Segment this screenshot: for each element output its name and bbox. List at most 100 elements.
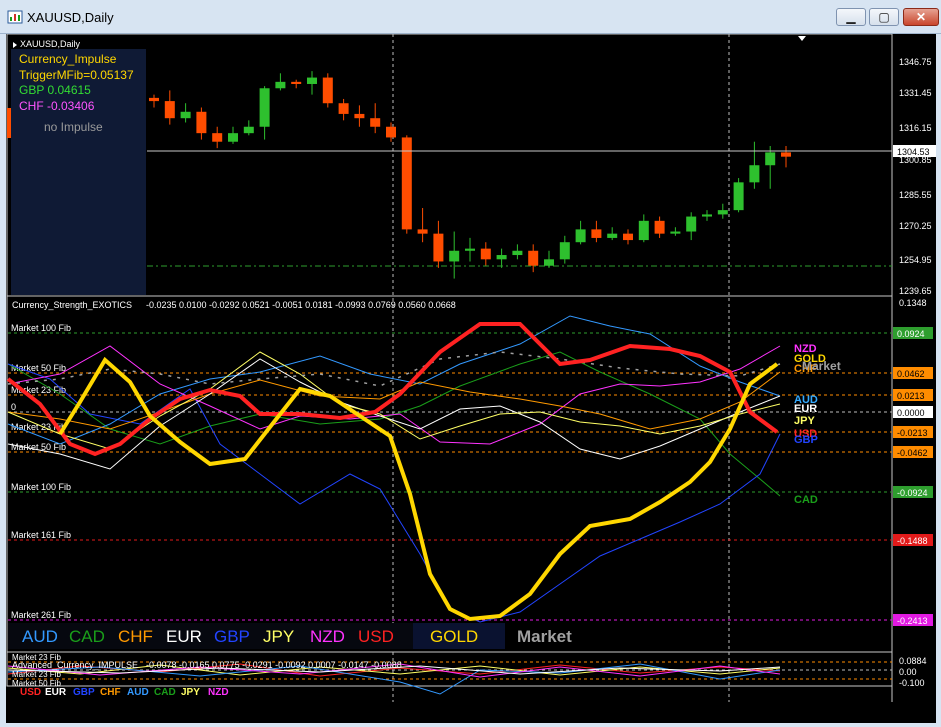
fib-label: Market 161 Fib bbox=[11, 530, 71, 540]
legend-chf: CHF bbox=[118, 627, 153, 646]
legend-cad: CAD bbox=[69, 627, 105, 646]
time-axis-band bbox=[0, 702, 941, 723]
currency-end-labels: NZD GOLD CHF Market AUD EUR JPY USD GBP … bbox=[794, 343, 841, 506]
candle-body bbox=[291, 81, 302, 84]
impulse-axis-tick: 0.00 bbox=[899, 667, 917, 677]
legend-nzd: NZD bbox=[310, 627, 345, 646]
candle-body bbox=[733, 182, 744, 211]
level-box-value: -0.0213 bbox=[897, 428, 928, 438]
impulse-legend-nzd: NZD bbox=[208, 687, 229, 698]
chart-canvas[interactable]: XAUUSD,Daily Currency_Impulse TriggerMFi… bbox=[0, 34, 941, 723]
impulse-info-box: Currency_Impulse TriggerMFib=0.05137 GBP… bbox=[7, 49, 146, 295]
impulse-legend-gbp: GBP bbox=[73, 687, 95, 698]
impulse-axis-tick: 0.0884 bbox=[899, 656, 927, 666]
gold-line bbox=[58, 356, 779, 622]
symbol-label: XAUUSD,Daily bbox=[20, 39, 81, 49]
impulse-legend-cad: CAD bbox=[154, 687, 176, 698]
candle-body bbox=[528, 250, 539, 266]
fib-levels: Market 100 Fib Market 50 Fib Market 23 F… bbox=[8, 323, 892, 621]
legend-gold: GOLD bbox=[430, 627, 478, 646]
candle-body bbox=[465, 248, 475, 251]
level-box-value: -0.0924 bbox=[897, 488, 928, 498]
minimize-icon: ▁ bbox=[846, 10, 856, 24]
candle-body bbox=[765, 152, 776, 166]
candle-body bbox=[228, 133, 238, 142]
end-label-gbp: GBP bbox=[794, 434, 818, 446]
level-box-value: 0.0924 bbox=[897, 329, 925, 339]
price-tick: 1346.75 bbox=[899, 57, 932, 67]
legend-jpy: JPY bbox=[263, 627, 294, 646]
fib-label: Market 100 Fib bbox=[11, 323, 71, 333]
legend-market: Market bbox=[517, 627, 572, 646]
fib-label: Market 261 Fib bbox=[11, 610, 71, 620]
candle-body bbox=[717, 210, 728, 215]
maximize-button[interactable]: ▢ bbox=[869, 8, 899, 26]
info-box-marker bbox=[7, 108, 11, 138]
candle-body bbox=[433, 233, 444, 262]
candle-body bbox=[370, 118, 381, 127]
candle-body bbox=[307, 77, 317, 84]
impulse-legend-aud: AUD bbox=[127, 687, 149, 698]
gbp-line bbox=[7, 363, 781, 623]
candle-body bbox=[180, 111, 191, 119]
candle-body bbox=[623, 233, 633, 241]
candle-body bbox=[512, 250, 523, 256]
candle-body bbox=[544, 259, 554, 266]
candle-body bbox=[686, 216, 697, 232]
close-button[interactable]: ✕ bbox=[903, 8, 939, 26]
price-tick: 1254.95 bbox=[899, 255, 932, 265]
candle-body bbox=[196, 111, 207, 134]
impulse-title: Advanced_Currency_IMPULSE bbox=[12, 660, 138, 670]
candle-body bbox=[243, 126, 254, 134]
level-box-value: 0.0000 bbox=[897, 408, 925, 418]
current-price-label: 1304.53 bbox=[897, 147, 930, 157]
candle-body bbox=[591, 229, 602, 238]
legend-gbp: GBP bbox=[214, 627, 250, 646]
end-label-cad: CAD bbox=[794, 494, 818, 506]
end-label-eur: EUR bbox=[794, 403, 817, 415]
symbol-arrow-icon bbox=[13, 42, 17, 48]
info-chf-value: CHF -0.03406 bbox=[19, 99, 95, 113]
price-tick: 1285.55 bbox=[899, 190, 932, 200]
info-trigger-value: TriggerMFib=0.05137 bbox=[19, 68, 134, 82]
impulse-legend-jpy: JPY bbox=[181, 687, 200, 698]
window-titlebar[interactable]: XAUUSD,Daily ▁ ▢ ✕ bbox=[0, 0, 941, 34]
candle-body bbox=[322, 77, 333, 104]
price-tick: 1316.15 bbox=[899, 123, 932, 133]
level-value-boxes: 0.0924 0.0462 0.0213 0.0000 -0.0213 -0.0462 -0… bbox=[893, 327, 933, 626]
candle-body bbox=[275, 81, 286, 89]
impulse-legend-eur: EUR bbox=[45, 687, 67, 698]
impulse-values: -0.0078 -0.0165 0.0775 -0.0291 -0.0092 0… bbox=[146, 660, 402, 670]
price-tick: 1270.25 bbox=[899, 221, 932, 231]
candle-body bbox=[386, 126, 396, 138]
candle-body bbox=[149, 97, 159, 102]
time-axis: 30 Aug 2016 5 Sep 2016 9 Sep 2016 15 Sep 20… bbox=[0, 702, 941, 723]
candle-body bbox=[212, 133, 223, 142]
strength-indicator-values: -0.0235 0.0100 -0.0292 0.0521 -0.0051 0.… bbox=[146, 300, 456, 310]
info-gbp-value: GBP 0.04615 bbox=[19, 83, 91, 97]
level-box-value: 0.0213 bbox=[897, 391, 925, 401]
price-tick: 1331.45 bbox=[899, 88, 932, 98]
impulse-legend: USD EUR GBP CHF AUD CAD JPY NZD bbox=[20, 687, 229, 698]
candle-body bbox=[496, 255, 507, 260]
impulse-legend-chf: CHF bbox=[100, 687, 121, 698]
candle-body bbox=[480, 248, 491, 260]
minimize-button[interactable]: ▁ bbox=[836, 8, 866, 26]
candle-body bbox=[702, 214, 712, 217]
candle-body bbox=[638, 220, 649, 241]
candle-body bbox=[417, 229, 428, 234]
end-label-market: Market bbox=[802, 359, 841, 373]
candle-body bbox=[259, 88, 270, 127]
window-title: XAUUSD,Daily bbox=[27, 10, 114, 25]
fib-label: 0 bbox=[11, 402, 16, 412]
legend-eur: EUR bbox=[166, 627, 202, 646]
price-axis: 1346.75 1331.45 1316.15 1300.85 1285.55 … bbox=[893, 57, 936, 296]
candle-body bbox=[575, 229, 586, 243]
chart-shift-icon[interactable] bbox=[798, 36, 806, 41]
close-icon: ✕ bbox=[915, 10, 927, 24]
info-impulse-status: no Impulse bbox=[44, 120, 103, 134]
currency-legend: AUD CAD CHF EUR GBP JPY NZD USD GOLD Mar… bbox=[8, 623, 572, 649]
maximize-icon: ▢ bbox=[878, 10, 890, 24]
price-tick: 1239.65 bbox=[899, 286, 932, 296]
strength-lines bbox=[6, 315, 781, 623]
